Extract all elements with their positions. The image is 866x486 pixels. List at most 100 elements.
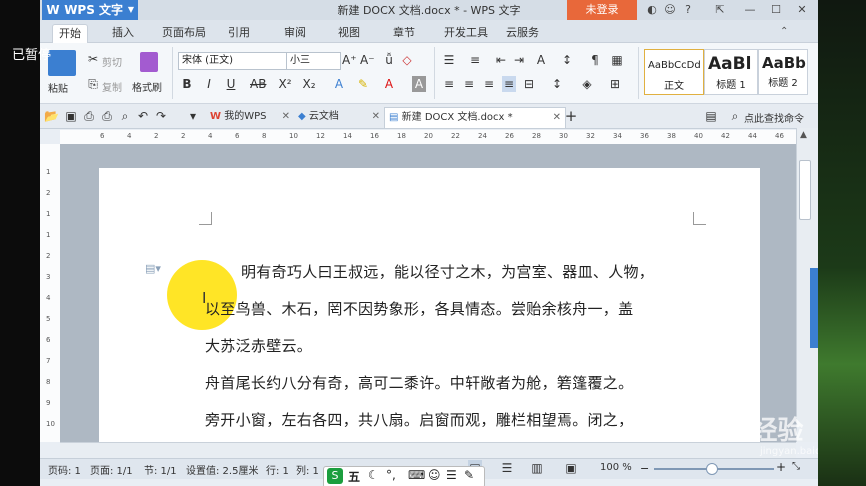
skin-icon[interactable]: ◐ (642, 2, 662, 18)
highlight-icon[interactable]: ✎ (356, 76, 370, 92)
copy-label[interactable]: 复制 (102, 79, 122, 94)
tab-chapter[interactable]: 章节 (387, 24, 421, 42)
tab-review[interactable]: 审阅 (278, 24, 312, 42)
print-preview-icon[interactable]: ⌕ (118, 108, 132, 124)
tab-page-layout[interactable]: 页面布局 (156, 24, 212, 42)
font-size-select[interactable]: 小三 (286, 52, 341, 70)
increase-indent-icon[interactable]: ⇥ (512, 52, 526, 68)
open-icon[interactable]: 📂 (44, 108, 59, 124)
number-list-icon[interactable]: ≡ (468, 52, 482, 68)
tab-insert[interactable]: 插入 (106, 24, 140, 42)
decrease-indent-icon[interactable]: ⇤ (494, 52, 508, 68)
redo-icon[interactable]: ↷ (154, 108, 168, 124)
keyboard-icon[interactable]: ⌨ (408, 468, 425, 482)
paragraph-line[interactable]: 旁开小窗，左右各四，共八扇。启窗而观，雕栏相望焉。闭之， (205, 409, 633, 430)
close-icon[interactable]: ✕ (553, 108, 561, 128)
paragraph-line[interactable]: 以至鸟兽、木石，罔不因势象形，各具情态。尝贻余核舟一，盖 (205, 298, 633, 319)
zoom-level[interactable]: 100 % (600, 462, 632, 473)
punct-icon[interactable]: °, (386, 468, 396, 482)
reading-view-icon[interactable]: ▥ (530, 460, 544, 476)
style-heading-1[interactable]: AaBl 标题 1 (704, 49, 758, 95)
italic-icon[interactable]: I (202, 76, 216, 92)
style-normal[interactable]: AaBbCcDd 正文 (644, 49, 704, 95)
shrink-font-icon[interactable]: A⁻ (360, 52, 375, 68)
tab-home[interactable]: 开始 (52, 24, 88, 43)
show-marks-icon[interactable]: ¶ (588, 52, 602, 68)
scroll-up-icon[interactable]: ▲ (800, 130, 807, 140)
close-icon[interactable]: ✕ (792, 2, 812, 18)
subscript-icon[interactable]: X₂ (302, 76, 316, 92)
style-heading-2[interactable]: AaBb 标题 2 (758, 49, 808, 95)
text-effect-icon[interactable]: A (332, 76, 346, 92)
outline-view-icon[interactable]: ☰ (500, 460, 514, 476)
minimize-icon[interactable]: — (740, 2, 760, 18)
cut-icon[interactable]: ✂ (86, 51, 100, 67)
tab-cloud-service[interactable]: 云服务 (500, 24, 545, 42)
tab-cloud-doc[interactable]: ◆ 云文档 ✕ (294, 107, 384, 127)
align-left-icon[interactable]: ≡ (442, 76, 456, 92)
bold-icon[interactable]: B (180, 76, 194, 92)
justify-icon[interactable]: ≡ (502, 76, 516, 92)
scrollbar-thumb[interactable] (799, 160, 811, 220)
restore-layout-icon[interactable]: ⇱ (710, 2, 730, 18)
moon-icon[interactable]: ☾ (368, 468, 379, 482)
table-icon[interactable]: ▦ (610, 52, 624, 68)
zoom-in-icon[interactable]: + (776, 460, 786, 474)
underline-icon[interactable]: U (224, 76, 238, 92)
skin-icon[interactable]: ☺ (428, 468, 441, 482)
bullet-list-icon[interactable]: ☰ (442, 52, 456, 68)
ime-mode[interactable]: 五 (348, 468, 360, 485)
close-icon[interactable]: ✕ (372, 107, 380, 127)
superscript-icon[interactable]: X² (278, 76, 292, 92)
tab-my-wps[interactable]: W 我的WPS ✕ (206, 107, 294, 127)
menu-icon[interactable]: ☰ (446, 468, 457, 482)
shading-icon[interactable]: ◈ (580, 76, 594, 92)
format-painter-icon[interactable] (140, 52, 158, 72)
print-icon[interactable]: ⎙ (100, 108, 114, 124)
format-painter-label[interactable]: 格式刷 (132, 79, 162, 94)
tab-references[interactable]: 引用 (222, 24, 256, 42)
char-shading-icon[interactable]: A (412, 76, 426, 92)
fit-window-icon[interactable]: ⤡ (792, 461, 800, 472)
font-name-select[interactable]: 宋体 (正文) (178, 52, 287, 70)
web-view-icon[interactable]: ▣ (564, 460, 578, 476)
paragraph-line[interactable]: 大苏泛赤壁云。 (205, 335, 312, 356)
document-page[interactable]: ▤▾ I 明有奇巧人曰王叔远，能以径寸之木，为宫室、器皿、人物， 以至鸟兽、木石… (99, 168, 760, 442)
paste-label[interactable]: 粘贴 (48, 80, 68, 95)
undo-icon[interactable]: ↶ (136, 108, 150, 124)
grow-font-icon[interactable]: A⁺ (342, 52, 357, 68)
new-tab-icon[interactable]: + (564, 108, 578, 124)
clear-format-icon[interactable]: ◇ (400, 52, 414, 68)
phonetic-icon[interactable]: ǚ (382, 52, 396, 68)
close-icon[interactable]: ✕ (282, 107, 290, 127)
maximize-icon[interactable]: ☐ (766, 2, 786, 18)
align-center-icon[interactable]: ≡ (462, 76, 476, 92)
line-spacing-icon[interactable]: ↕ (550, 76, 564, 92)
font-color-icon[interactable]: A (382, 76, 396, 92)
tools-icon[interactable]: ✎ (464, 468, 474, 482)
login-button[interactable]: 未登录 (567, 0, 637, 20)
status-page-number[interactable]: 页码: 1 (48, 462, 81, 477)
align-right-icon[interactable]: ≡ (482, 76, 496, 92)
help-icon[interactable]: ? (678, 2, 698, 18)
paragraph-line[interactable]: 舟首尾长约八分有奇，高可二黍许。中轩敞者为舱，箬篷覆之。 (205, 372, 633, 393)
find-command-input[interactable]: 点此查找命令 (744, 110, 804, 125)
paragraph-line[interactable]: 明有奇巧人曰王叔远，能以径寸之木，为宫室、器皿、人物， (241, 261, 654, 282)
zoom-out-icon[interactable]: − (640, 462, 649, 475)
chinese-layout-icon[interactable]: A (534, 52, 548, 68)
tab-developer[interactable]: 开发工具 (438, 24, 494, 42)
tab-list-icon[interactable]: ▤ (704, 108, 718, 124)
zoom-slider-handle[interactable] (706, 463, 718, 475)
paragraph-handle-icon[interactable]: ▤▾ (145, 262, 161, 275)
copy-icon[interactable]: ⎘ (86, 76, 100, 92)
ime-toolbar[interactable]: S 五 ☾ °, ⌨ ☺ ☰ ✎ (323, 466, 485, 486)
feedback-icon[interactable]: ☺ (660, 2, 680, 18)
cut-label[interactable]: 剪切 (102, 54, 122, 69)
strikethrough-icon[interactable]: AB (250, 76, 266, 92)
distribute-icon[interactable]: ⊟ (522, 76, 536, 92)
save-icon[interactable]: ▣ (64, 108, 78, 124)
side-panel-strip[interactable] (810, 268, 818, 348)
sort-icon[interactable]: ↕ (560, 52, 574, 68)
collapse-ribbon-icon[interactable]: ⌃ (780, 26, 788, 37)
search-icon[interactable]: ⌕ (728, 108, 742, 124)
